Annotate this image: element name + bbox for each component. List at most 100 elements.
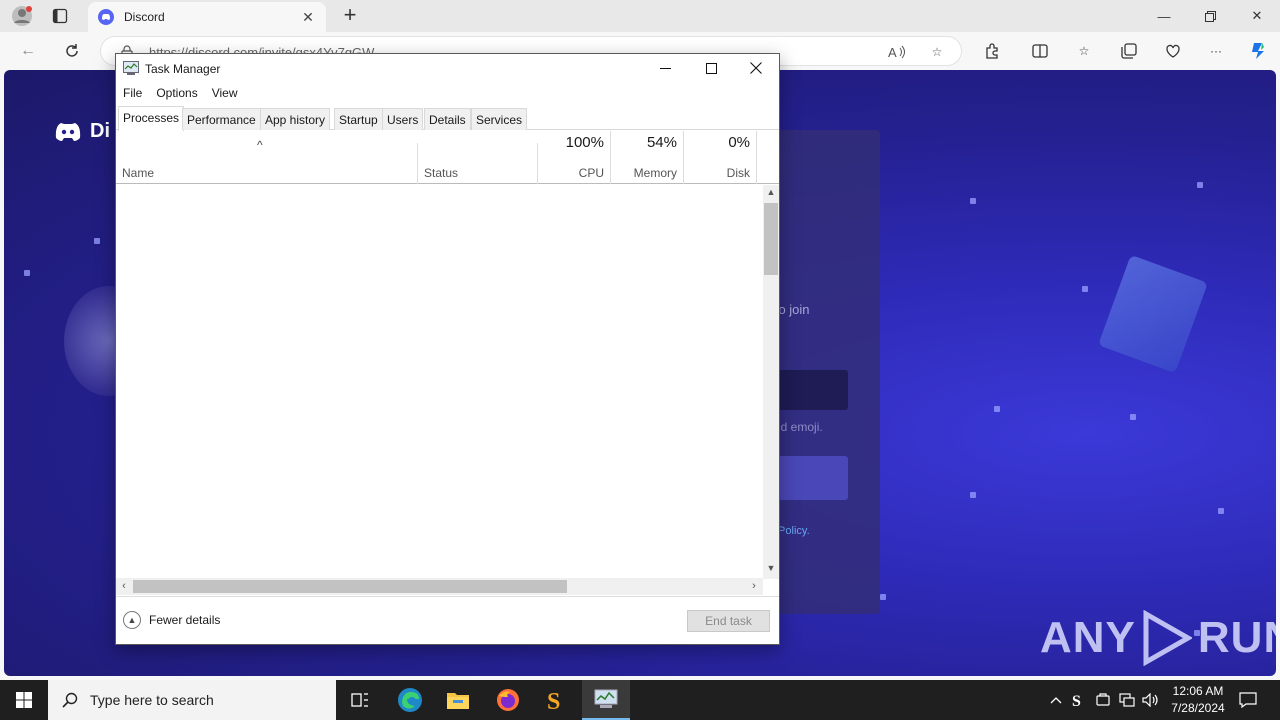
task-manager-titlebar[interactable]: Task Manager — [116, 54, 779, 82]
discord-logo-icon — [55, 122, 81, 141]
split-screen-icon[interactable] — [1028, 40, 1052, 62]
invite-hint: nd emoji. — [774, 420, 823, 434]
refresh-icon[interactable] — [58, 38, 86, 64]
menu-view[interactable]: View — [207, 82, 243, 104]
tab-services[interactable]: Services — [471, 108, 528, 130]
windows-taskbar: Type here to search S S 12:06 AM 7/28/20… — [0, 680, 1280, 720]
taskbar-clock[interactable]: 12:06 AM 7/28/2024 — [1162, 683, 1234, 717]
vertical-scroll-thumb[interactable] — [764, 203, 778, 275]
search-icon — [62, 692, 78, 708]
end-task-button[interactable]: End task — [687, 610, 770, 632]
profile-icon[interactable] — [8, 4, 36, 28]
tm-maximize-icon[interactable] — [688, 54, 734, 82]
task-manager-taskbar-icon[interactable] — [582, 680, 630, 720]
tray-app-icon[interactable]: S — [1068, 680, 1090, 720]
watermark-play-icon — [1143, 610, 1192, 666]
start-button[interactable] — [0, 680, 48, 720]
scroll-up-icon[interactable]: ▲ — [763, 187, 779, 203]
col-name[interactable]: Name — [116, 143, 418, 184]
col-disk-label: Disk — [726, 166, 750, 180]
star-decor — [1082, 286, 1088, 292]
chevron-up-circle-icon: ▲ — [123, 611, 141, 629]
favorites-icon[interactable]: ☆ — [1072, 40, 1096, 62]
star-decor — [1130, 414, 1136, 420]
close-browser-icon[interactable]: ✕ — [1234, 0, 1280, 32]
back-icon[interactable]: ← — [14, 38, 42, 64]
horizontal-scroll-thumb[interactable] — [133, 580, 567, 593]
more-menu-icon[interactable]: ··· — [1204, 40, 1228, 62]
restore-browser-icon[interactable] — [1187, 0, 1233, 32]
col-disk[interactable]: 0% Disk — [684, 131, 757, 184]
star-decor — [24, 270, 30, 276]
task-manager-window: Task Manager File Options View Processes… — [115, 53, 780, 645]
collections-icon[interactable] — [1117, 40, 1141, 62]
col-cpu-label: CPU — [578, 166, 604, 180]
new-tab-button[interactable]: + — [338, 4, 362, 28]
extensions-icon[interactable] — [980, 40, 1004, 62]
process-list-header: ^ Name Status 100% CPU 54% Memory 0% Dis… — [116, 131, 779, 184]
star-decor — [970, 492, 976, 498]
favorite-star-icon[interactable]: ☆ — [927, 43, 947, 61]
vertical-scrollbar[interactable]: ▲ ▼ — [763, 185, 779, 579]
tab-discord[interactable]: Discord ✕ — [88, 2, 326, 32]
tab-performance[interactable]: Performance — [182, 108, 261, 130]
scroll-down-icon[interactable]: ▼ — [763, 563, 779, 579]
file-explorer-icon[interactable] — [434, 680, 482, 720]
tab-users[interactable]: Users — [382, 108, 424, 130]
edge-browser-icon[interactable] — [386, 680, 434, 720]
windows-logo-icon — [16, 692, 32, 708]
process-list[interactable] — [116, 185, 763, 577]
search-placeholder: Type here to search — [90, 692, 214, 708]
svg-text:S: S — [1072, 693, 1081, 709]
task-manager-title: Task Manager — [145, 62, 221, 76]
col-name-label: Name — [122, 166, 155, 180]
sublime-style-app-icon[interactable]: S — [533, 680, 581, 720]
watermark-right: RUN — [1197, 613, 1276, 662]
close-tab-icon[interactable]: ✕ — [300, 9, 316, 26]
task-view-icon[interactable] — [336, 680, 384, 720]
star-decor — [1197, 182, 1203, 188]
tm-close-icon[interactable] — [733, 54, 779, 82]
cpu-percent: 100% — [565, 134, 604, 151]
firefox-icon[interactable] — [484, 680, 532, 720]
star-decor — [880, 594, 886, 600]
memory-percent: 54% — [646, 134, 677, 151]
minimize-browser-icon[interactable]: — — [1141, 0, 1187, 32]
col-cpu[interactable]: 100% CPU — [538, 131, 611, 184]
show-hidden-icons-icon[interactable] — [1046, 680, 1066, 720]
discord-logo-text: Di — [90, 120, 110, 142]
scroll-right-icon[interactable]: › — [746, 578, 762, 595]
tab-app-history[interactable]: App history — [260, 108, 331, 130]
scroll-left-icon[interactable]: ‹ — [116, 578, 132, 595]
tray-security-icon[interactable] — [1092, 680, 1114, 720]
browser-tab-bar: Discord ✕ + — ✕ — [0, 0, 1280, 32]
tab-processes[interactable]: Processes — [118, 106, 185, 131]
copilot-icon[interactable] — [1246, 40, 1270, 62]
volume-icon[interactable] — [1140, 680, 1162, 720]
fewer-details-button[interactable]: ▲ Fewer details — [123, 611, 220, 629]
browser-essentials-icon[interactable] — [1161, 40, 1185, 62]
star-decor — [94, 238, 100, 244]
tm-menubar: File Options View — [116, 82, 779, 104]
read-aloud-icon[interactable]: A — [887, 43, 907, 61]
horizontal-scrollbar[interactable]: ‹ › — [116, 578, 763, 595]
disk-percent: 0% — [728, 134, 750, 151]
tab-startup[interactable]: Startup — [334, 108, 383, 130]
decorative-cube — [1098, 254, 1208, 374]
tab-details[interactable]: Details — [424, 108, 471, 130]
fewer-details-label: Fewer details — [149, 613, 221, 627]
star-decor — [970, 198, 976, 204]
discord-logo[interactable]: Di — [52, 120, 110, 143]
tm-footer: ▲ Fewer details End task — [116, 596, 779, 644]
taskbar-search-box[interactable]: Type here to search — [48, 680, 336, 720]
tm-minimize-icon[interactable] — [642, 54, 688, 82]
col-memory[interactable]: 54% Memory — [611, 131, 684, 184]
notification-center-icon[interactable] — [1234, 680, 1262, 720]
network-icon[interactable] — [1116, 680, 1138, 720]
col-memory-label: Memory — [633, 166, 677, 180]
col-status-label: Status — [424, 166, 459, 180]
col-status[interactable]: Status — [418, 143, 538, 184]
menu-file[interactable]: File — [118, 82, 147, 104]
tab-actions-icon[interactable] — [46, 4, 74, 28]
menu-options[interactable]: Options — [151, 82, 202, 104]
